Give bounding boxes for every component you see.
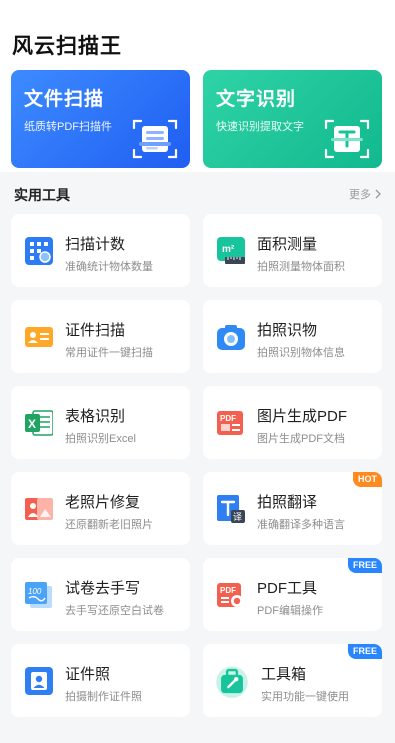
tool-title: 图片生成PDF [257, 408, 348, 425]
tool-subtitle: 拍照识别Excel [65, 433, 136, 445]
header-area: 风云扫描王 文件扫描 纸质转PDF扫描件 文字识别 快速识别提取文字 [0, 0, 395, 172]
free-badge: FREE [347, 558, 382, 573]
hero-text-recognition[interactable]: 文字识别 快速识别提取文字 [203, 70, 382, 168]
tool-subtitle: 还原翻新老旧照片 [65, 519, 153, 531]
excel-icon: X [25, 410, 53, 436]
tool-subtitle: 常用证件一键扫描 [65, 347, 153, 359]
tool-title: 扫描计数 [65, 236, 126, 253]
hero-title: 文字识别 [216, 89, 297, 110]
tool-title: PDF工具 [257, 580, 318, 597]
translate-icon: 译 [217, 495, 245, 523]
hero-subtitle: 纸质转PDF扫描件 [24, 121, 112, 133]
app-title: 风云扫描王 [12, 35, 122, 58]
tool-subtitle: 拍照测量物体面积 [257, 261, 345, 273]
hero-document-scan[interactable]: 文件扫描 纸质转PDF扫描件 [11, 70, 190, 168]
tool-card-id-photo[interactable]: 证件照 拍摄制作证件照 [11, 644, 190, 717]
tool-title: 面积测量 [257, 236, 318, 253]
svg-text:100: 100 [28, 587, 42, 596]
tool-card-photo-restore[interactable]: 老照片修复 还原翻新老旧照片 [11, 472, 190, 545]
svg-text:X: X [28, 417, 36, 431]
tool-subtitle: 图片生成PDF文档 [257, 433, 345, 445]
tool-subtitle: 准确翻译多种语言 [257, 519, 345, 531]
count-grid-icon [25, 237, 53, 265]
document-scan-icon [132, 119, 178, 159]
tool-title: 老照片修复 [65, 494, 141, 511]
camera-icon [217, 325, 245, 350]
hero-subtitle: 快速识别提取文字 [216, 121, 304, 133]
tool-title: 试卷去手写 [65, 580, 141, 597]
tool-title: 工具箱 [261, 666, 307, 683]
tool-card-photo-identify[interactable]: 拍照识物 拍照识别物体信息 [203, 300, 382, 373]
id-photo-icon [25, 667, 53, 695]
free-badge: FREE [347, 644, 382, 659]
area-ruler-icon: m² [217, 237, 245, 264]
tool-card-scan-count[interactable]: 扫描计数 准确统计物体数量 [11, 214, 190, 287]
svg-text:m²: m² [222, 244, 235, 255]
tool-subtitle: PDF编辑操作 [257, 605, 323, 617]
tool-card-id-scan[interactable]: 证件扫描 常用证件一键扫描 [11, 300, 190, 373]
tool-title: 拍照翻译 [257, 494, 318, 511]
tool-subtitle: 准确统计物体数量 [65, 261, 153, 273]
chevron-right-icon [375, 189, 381, 199]
tool-card-photo-translate[interactable]: HOT 译 拍照翻译 准确翻译多种语言 [203, 472, 382, 545]
tool-card-exam-handwriting-removal[interactable]: 100 试卷去手写 去手写还原空白试卷 [11, 558, 190, 631]
svg-text:PDF: PDF [220, 414, 236, 423]
pdf-tools-icon: PDF [217, 583, 243, 607]
tool-title: 证件扫描 [65, 322, 126, 339]
tool-subtitle: 拍摄制作证件照 [65, 691, 142, 703]
tool-card-image-to-pdf[interactable]: PDF 图片生成PDF 图片生成PDF文档 [203, 386, 382, 459]
exam-paper-icon: 100 [25, 582, 52, 608]
section-header: 实用工具 更多 [0, 172, 395, 212]
tool-card-pdf-tools[interactable]: FREE PDF PDF工具 PDF编辑操作 [203, 558, 382, 631]
svg-text:PDF: PDF [220, 586, 236, 595]
text-recognition-icon [324, 119, 370, 159]
tool-title: 证件照 [65, 666, 111, 683]
hero-title: 文件扫描 [24, 89, 105, 110]
tool-title: 表格识别 [65, 408, 126, 425]
toolbox-icon [216, 666, 248, 698]
tool-subtitle: 拍照识别物体信息 [257, 347, 345, 359]
tool-title: 拍照识物 [257, 322, 318, 339]
tool-card-toolbox[interactable]: FREE 工具箱 实用功能一键使用 [203, 644, 382, 717]
section-title: 实用工具 [14, 187, 70, 203]
svg-text:译: 译 [233, 512, 242, 523]
tool-card-area-measure[interactable]: m² 面积测量 拍照测量物体面积 [203, 214, 382, 287]
pdf-image-icon: PDF [217, 411, 243, 435]
tool-subtitle: 去手写还原空白试卷 [65, 605, 164, 617]
id-card-icon [25, 327, 53, 347]
tool-card-table-recognition[interactable]: X 表格识别 拍照识别Excel [11, 386, 190, 459]
more-label: 更多 [349, 189, 371, 201]
photo-restore-icon [25, 498, 53, 520]
more-link[interactable]: 更多 [349, 186, 382, 202]
tool-subtitle: 实用功能一键使用 [261, 691, 349, 703]
hot-badge: HOT [353, 472, 382, 487]
